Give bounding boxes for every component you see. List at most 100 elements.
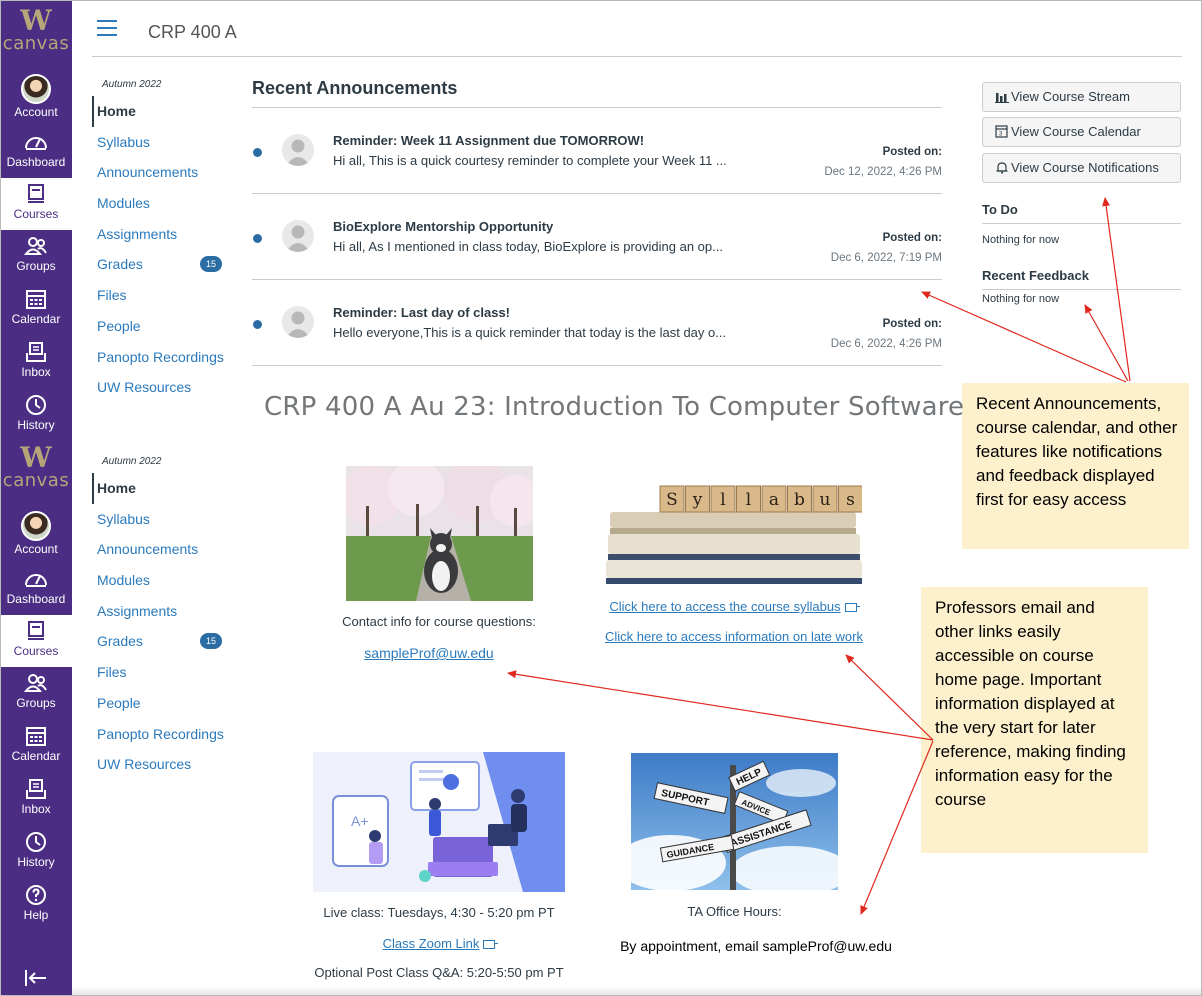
announcement-item[interactable]: Reminder: Week 11 Assignment due TOMORRO… bbox=[252, 108, 942, 194]
letter-tile-text: b bbox=[794, 490, 805, 510]
user-avatar-icon bbox=[282, 220, 314, 252]
nav-groups-2[interactable]: Groups bbox=[0, 667, 72, 719]
course-nav-assignments[interactable]: Assignments bbox=[92, 219, 232, 250]
term-label: Autumn 2022 bbox=[102, 456, 162, 467]
nav-calendar-2[interactable]: Calendar bbox=[0, 720, 72, 772]
course-nav-syllabus[interactable]: Syllabus bbox=[92, 127, 232, 158]
history-icon bbox=[26, 832, 46, 852]
letter-tile-text: a bbox=[769, 490, 779, 510]
online-class-illustration: A+ bbox=[313, 752, 565, 892]
unread-dot bbox=[253, 234, 262, 243]
course-title: CRP 400 A Au 23: Introduction To Compute… bbox=[264, 392, 965, 422]
nav-groups[interactable]: Groups bbox=[0, 230, 72, 282]
user-avatar-icon bbox=[282, 134, 314, 166]
annotation-callout-bottom: Professors email and other links easily … bbox=[921, 587, 1148, 853]
nav-inbox-2[interactable]: Inbox bbox=[0, 773, 72, 825]
course-nav-assignments[interactable]: Assignments bbox=[92, 596, 232, 627]
letter-tile-text: S bbox=[666, 490, 678, 510]
courses-icon bbox=[28, 621, 44, 640]
course-nav-syllabus[interactable]: Syllabus bbox=[92, 504, 232, 535]
course-nav-files[interactable]: Files bbox=[92, 280, 232, 311]
courses-icon bbox=[28, 184, 44, 203]
posted-date: Dec 12, 2022, 4:26 PM bbox=[824, 166, 942, 178]
help-icon bbox=[26, 885, 46, 905]
view-course-stream-button[interactable]: View Course Stream bbox=[982, 82, 1181, 112]
course-nav-grades[interactable]: Grades 15 bbox=[92, 249, 232, 280]
course-nav-people[interactable]: People bbox=[92, 311, 232, 342]
course-nav-files[interactable]: Files bbox=[92, 657, 232, 688]
canvas-logo-2[interactable]: W canvas bbox=[0, 444, 72, 491]
course-nav-uw-resources[interactable]: UW Resources bbox=[92, 372, 232, 403]
course-nav-grades[interactable]: Grades 15 bbox=[92, 626, 232, 657]
announcement-message: Hello everyone,This is a quick reminder … bbox=[333, 325, 727, 340]
annotation-callout-top: Recent Announcements, course calendar, a… bbox=[962, 383, 1189, 549]
course-nav: Autumn 2022 Home Syllabus Announcements … bbox=[92, 79, 232, 403]
bar-chart-icon bbox=[995, 93, 1009, 103]
feedback-empty-text: Nothing for now bbox=[982, 293, 1060, 305]
ta-office-hours-text: By appointment, email sampleProf@uw.edu bbox=[620, 938, 892, 954]
inbox-icon bbox=[26, 342, 46, 362]
dashboard-icon bbox=[25, 574, 47, 587]
nav-history[interactable]: History bbox=[0, 389, 72, 441]
nav-calendar[interactable]: Calendar bbox=[0, 283, 72, 335]
history-icon bbox=[26, 395, 46, 415]
arrow-line bbox=[845, 654, 934, 741]
user-avatar-icon bbox=[282, 306, 314, 338]
course-nav-panopto[interactable]: Panopto Recordings bbox=[92, 342, 232, 373]
avatar bbox=[21, 74, 51, 104]
nav-courses-2[interactable]: Courses bbox=[0, 615, 72, 667]
nav-dashboard-2[interactable]: Dashboard bbox=[0, 563, 72, 615]
nav-account[interactable]: Account bbox=[0, 72, 72, 126]
course-nav-announcements[interactable]: Announcements bbox=[92, 534, 232, 565]
course-nav-home[interactable]: Home bbox=[92, 473, 232, 504]
inbox-icon bbox=[26, 779, 46, 799]
posted-date: Dec 6, 2022, 4:26 PM bbox=[830, 338, 942, 350]
class-zoom-link[interactable]: Class Zoom Link bbox=[313, 936, 565, 951]
canvas-logo[interactable]: W canvas bbox=[0, 7, 72, 54]
late-work-link[interactable]: Click here to access information on late… bbox=[598, 629, 870, 644]
groups-icon bbox=[23, 237, 47, 255]
syllabus-link[interactable]: Click here to access the course syllabus bbox=[598, 599, 868, 614]
announcement-message: Hi all, This is a quick courtesy reminde… bbox=[333, 153, 727, 168]
collapse-nav-icon[interactable] bbox=[24, 968, 48, 994]
hamburger-menu-icon[interactable] bbox=[97, 20, 117, 36]
external-link-icon bbox=[483, 940, 499, 949]
course-nav-modules[interactable]: Modules bbox=[92, 565, 232, 596]
course-nav-announcements[interactable]: Announcements bbox=[92, 157, 232, 188]
recent-announcements-title: Recent Announcements bbox=[252, 78, 458, 98]
unread-dot bbox=[253, 148, 262, 157]
nav-inbox[interactable]: Inbox bbox=[0, 336, 72, 388]
groups-icon bbox=[23, 674, 47, 692]
posted-label: Posted on: bbox=[882, 232, 942, 244]
course-nav-modules[interactable]: Modules bbox=[92, 188, 232, 219]
term-label: Autumn 2022 bbox=[102, 79, 162, 90]
professor-email-link[interactable]: sampleProf@uw.edu bbox=[330, 645, 528, 661]
course-nav-people[interactable]: People bbox=[92, 688, 232, 719]
page-bottom-edge bbox=[72, 986, 1202, 996]
header-divider bbox=[92, 56, 1182, 57]
letter-tile-text: l bbox=[746, 490, 751, 510]
nav-account-2[interactable]: Account bbox=[0, 509, 72, 563]
announcement-item[interactable]: BioExplore Mentorship Opportunity Hi all… bbox=[252, 194, 942, 280]
husky-campus-image bbox=[346, 466, 533, 601]
view-course-calendar-button[interactable]: 3 View Course Calendar bbox=[982, 117, 1181, 147]
course-nav-uw-resources[interactable]: UW Resources bbox=[92, 749, 232, 780]
letter-tile-text: s bbox=[846, 490, 855, 510]
course-nav-panopto[interactable]: Panopto Recordings bbox=[92, 719, 232, 750]
breadcrumb[interactable]: CRP 400 A bbox=[148, 22, 237, 43]
nav-courses[interactable]: Courses bbox=[0, 178, 72, 230]
calendar-icon bbox=[26, 290, 46, 309]
nav-history-2[interactable]: History bbox=[0, 826, 72, 878]
course-nav-home[interactable]: Home bbox=[92, 96, 232, 127]
announcement-item[interactable]: Reminder: Last day of class! Hello every… bbox=[252, 280, 942, 366]
nav-help[interactable]: Help bbox=[0, 879, 72, 931]
arrow-line bbox=[507, 670, 934, 741]
unread-dot bbox=[253, 320, 262, 329]
nav-dashboard[interactable]: Dashboard bbox=[0, 126, 72, 178]
todo-heading: To Do bbox=[982, 202, 1181, 224]
qa-text: Optional Post Class Q&A: 5:20-5:50 pm PT bbox=[314, 965, 564, 980]
view-course-notifications-button[interactable]: View Course Notifications bbox=[982, 153, 1181, 183]
recent-feedback-heading: Recent Feedback bbox=[982, 268, 1181, 290]
announcement-title: Reminder: Week 11 Assignment due TOMORRO… bbox=[333, 133, 645, 148]
help-signpost-image: HELP SUPPORT ADVICE ASSISTANCE GUIDANCE bbox=[631, 753, 838, 890]
